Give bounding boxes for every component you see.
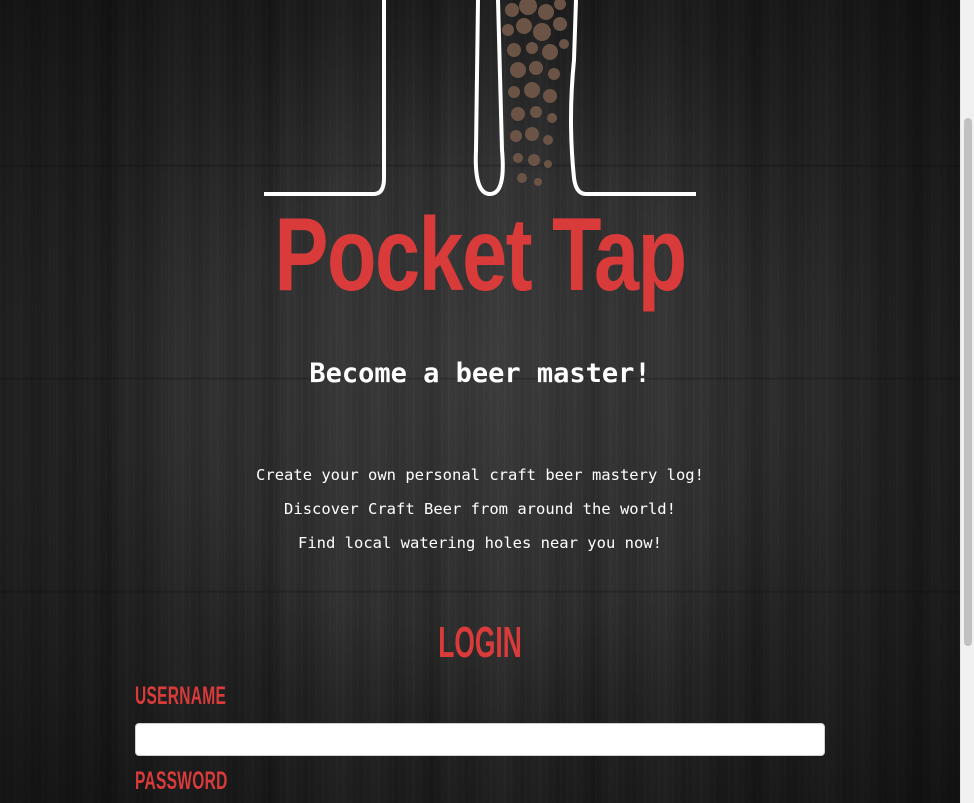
page-scrollbar[interactable] <box>960 0 974 803</box>
login-heading: LOGIN <box>438 618 522 667</box>
feature-item: Discover Craft Beer from around the worl… <box>284 500 676 518</box>
beer-glass-icon <box>264 0 696 197</box>
feature-item: Find local watering holes near you now! <box>298 534 662 552</box>
landing-page: Pocket Tap Become a beer master! Create … <box>0 0 960 803</box>
username-label: USERNAME <box>135 682 227 710</box>
feature-item: Create your own personal craft beer mast… <box>256 466 704 484</box>
feature-list: Create your own personal craft beer mast… <box>0 458 960 560</box>
username-input[interactable] <box>135 723 825 756</box>
password-label: PASSWORD <box>135 767 228 795</box>
scrollbar-thumb[interactable] <box>964 118 972 646</box>
brand-logo-title: Pocket Tap <box>274 197 687 313</box>
hero-tagline: Become a beer master! <box>309 358 651 389</box>
